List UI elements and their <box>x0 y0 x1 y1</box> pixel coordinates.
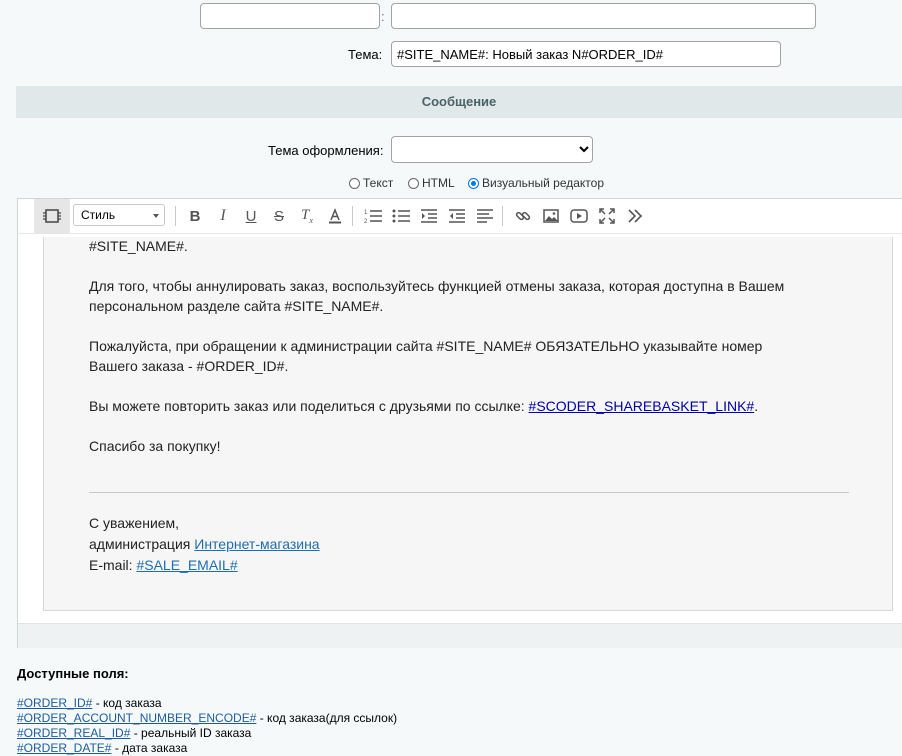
field-code-link[interactable]: #ORDER_REAL_ID# <box>17 726 130 740</box>
available-fields-title: Доступные поля: <box>17 666 129 681</box>
visual-editor: Стиль B I U S Tx 12 #SITE_NAME#. Для тог… <box>17 198 902 648</box>
align-icon[interactable] <box>474 205 496 227</box>
subject-label: Тема: <box>348 47 383 62</box>
radio-html[interactable] <box>408 177 419 189</box>
message-paragraph-contact: Пожалуйста, при обращении к администраци… <box>89 338 763 374</box>
svg-text:1: 1 <box>364 210 368 216</box>
message-signature: С уважением, администрация Интернет-мага… <box>89 513 789 576</box>
video-icon[interactable] <box>568 205 590 227</box>
italic-icon[interactable]: I <box>212 205 234 227</box>
top-field-2[interactable] <box>391 3 816 29</box>
outdent-icon[interactable] <box>446 205 468 227</box>
radio-html-label: HTML <box>422 176 455 190</box>
section-header-message: Сообщение <box>16 86 902 118</box>
svg-text:2: 2 <box>364 219 368 224</box>
signature-email: E-mail: #SALE_EMAIL# <box>89 557 238 573</box>
theme-label: Тема оформления: <box>268 143 384 158</box>
editor-toolbar: Стиль B I U S Tx 12 <box>18 199 902 234</box>
style-dropdown[interactable]: Стиль <box>73 204 165 226</box>
image-icon[interactable] <box>540 205 562 227</box>
message-paragraph-share: Вы можете повторить заказ или поделиться… <box>89 398 759 414</box>
field-item: #ORDER_DATE# - дата заказа <box>17 741 188 755</box>
share-basket-link[interactable]: #SCODER_SHAREBASKET_LINK# <box>529 398 755 414</box>
unordered-list-icon[interactable] <box>390 205 412 227</box>
remove-format-icon[interactable]: Tx <box>296 205 318 227</box>
source-icon[interactable] <box>34 199 70 233</box>
editor-status-bar <box>18 623 902 648</box>
style-dropdown-label: Стиль <box>81 208 116 222</box>
radio-text[interactable] <box>349 177 360 189</box>
field-code-link[interactable]: #ORDER_ACCOUNT_NUMBER_ENCODE# <box>17 711 256 725</box>
ordered-list-icon[interactable]: 12 <box>362 205 384 227</box>
radio-visual-option[interactable]: Визуальный редактор <box>468 176 604 190</box>
radio-visual[interactable] <box>468 177 479 189</box>
more-icon[interactable] <box>624 205 646 227</box>
radio-visual-label: Визуальный редактор <box>482 176 605 190</box>
strikethrough-icon[interactable]: S <box>268 205 290 227</box>
divider <box>89 492 849 493</box>
field-item: #ORDER_ID# - код заказа <box>17 696 162 710</box>
editor-content[interactable]: #SITE_NAME#. Для того, чтобы аннулироват… <box>43 237 893 611</box>
chevron-down-icon <box>153 214 159 218</box>
link-icon[interactable] <box>512 205 534 227</box>
radio-html-option[interactable]: HTML <box>408 176 455 190</box>
field-item: #ORDER_REAL_ID# - реальный ID заказа <box>17 726 252 740</box>
sale-email-link[interactable]: #SALE_EMAIL# <box>136 557 237 573</box>
message-paragraph-cancel: Для того, чтобы аннулировать заказ, восп… <box>89 278 785 314</box>
subject-input[interactable] <box>391 41 781 67</box>
field-item: #ORDER_ACCOUNT_NUMBER_ENCODE# - код зака… <box>17 711 398 725</box>
field-code-link[interactable]: #ORDER_DATE# <box>17 741 111 755</box>
theme-select[interactable] <box>391 136 593 163</box>
signature-admin: администрация Интернет-магазина <box>89 536 320 552</box>
underline-icon[interactable]: U <box>240 205 262 227</box>
top-field-1[interactable] <box>200 3 380 29</box>
field-code-link[interactable]: #ORDER_ID# <box>17 696 92 710</box>
indent-icon[interactable] <box>418 205 440 227</box>
shop-link[interactable]: Интернет-магазина <box>194 536 319 552</box>
fullscreen-icon[interactable] <box>596 205 618 227</box>
message-line-site-name: #SITE_NAME#. <box>89 238 188 254</box>
field-separator: : <box>381 9 385 24</box>
message-thanks: Спасибо за покупку! <box>89 438 221 454</box>
signature-regards: С уважением, <box>89 515 180 531</box>
radio-text-label: Текст <box>363 176 394 190</box>
radio-text-option[interactable]: Текст <box>349 176 393 190</box>
bold-icon[interactable]: B <box>184 205 206 227</box>
font-color-icon[interactable] <box>324 205 346 227</box>
